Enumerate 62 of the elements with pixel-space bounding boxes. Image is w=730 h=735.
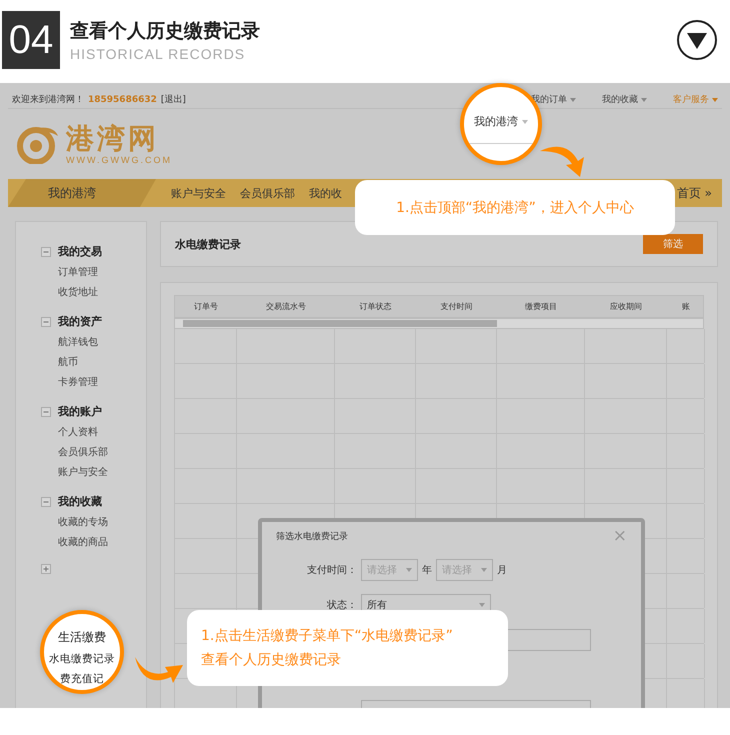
dialog-title: 筛选水电缴费记录: [276, 530, 348, 542]
horizontal-scrollbar[interactable]: [174, 318, 704, 329]
sidebar-group-title: 我的资产: [58, 314, 102, 329]
sidebar-item[interactable]: 收货地址: [41, 285, 146, 299]
nav-tab[interactable]: 我的收: [302, 179, 349, 207]
phone-number: 18595686632: [88, 94, 157, 104]
my-harbor-menu[interactable]: 我的港湾: [474, 114, 528, 129]
caret-icon: [712, 98, 718, 102]
column-header: 应收期间: [609, 301, 643, 312]
column-header: 交易流水号: [265, 301, 307, 312]
nav-tab[interactable]: 会员俱乐部: [233, 179, 302, 207]
caret-icon: [641, 98, 647, 102]
sidebar-item[interactable]: 航币: [41, 355, 146, 369]
caret-icon: [406, 568, 412, 572]
column-header: 订单号: [193, 301, 219, 312]
sidebar-group-title: 我的收藏: [58, 494, 102, 509]
instruction-text: 查看个人历史缴费记录: [201, 651, 342, 669]
top-link[interactable]: 我的收藏: [602, 93, 647, 106]
logout-link[interactable]: [退出]: [160, 93, 186, 106]
sidebar-item[interactable]: 收藏的专场: [41, 515, 146, 529]
sidebar-item[interactable]: 卡券管理: [41, 375, 146, 389]
step-number: 04: [2, 11, 60, 69]
logo-name: 港湾网: [66, 123, 160, 155]
sidebar-item[interactable]: 水电缴费记录: [49, 652, 115, 666]
instruction-text: 1.点击生活缴费子菜单下“水电缴费记录”: [201, 627, 454, 645]
sidebar-item[interactable]: 航洋钱包: [41, 335, 146, 349]
logo-url: WWW.GWWG.COM: [66, 155, 172, 165]
nav-tab[interactable]: 我的港湾: [8, 179, 156, 207]
caret-icon: [522, 120, 528, 124]
field-label: 状态：: [326, 598, 357, 612]
caret-icon: [481, 568, 487, 572]
field-label: 支付时间：: [306, 564, 357, 577]
sidebar-item[interactable]: 订单管理: [41, 265, 146, 279]
caret-icon: [479, 603, 485, 607]
expand-icon[interactable]: [41, 564, 51, 574]
sidebar-group-title: 我的账户: [58, 404, 102, 419]
column-header: 订单状态: [358, 301, 392, 312]
collapse-icon[interactable]: [41, 246, 51, 256]
sidebar-item[interactable]: 费充值记: [60, 672, 104, 686]
welcome-text: 欢迎来到港湾网！: [12, 94, 84, 106]
sidebar-item[interactable]: 个人资料: [41, 425, 146, 439]
step-title: 查看个人历史缴费记录: [70, 19, 261, 44]
sidebar-item[interactable]: 会员俱乐部: [41, 445, 146, 459]
unit-label: 年: [422, 564, 432, 577]
logo-icon: [16, 124, 60, 164]
sidebar-item[interactable]: 收藏的商品: [41, 535, 146, 549]
sidebar-group-title: 生活缴费: [58, 629, 106, 646]
unit-label: 月: [497, 564, 507, 577]
sidebar-item[interactable]: 账户与安全: [41, 465, 146, 479]
column-header: 缴费项目: [524, 301, 558, 312]
column-header: 账: [681, 301, 691, 312]
nav-tab[interactable]: 账户与安全: [164, 179, 233, 207]
caret-icon: [570, 98, 576, 102]
step-subtitle: HISTORICAL RECORDS: [70, 46, 246, 62]
page-title: 水电缴费记录: [175, 236, 241, 252]
sidebar-group-title: 我的交易: [58, 244, 102, 259]
collapse-icon[interactable]: [41, 406, 51, 416]
instruction-text: 1.点击顶部“我的港湾”，进入个人中心: [396, 198, 634, 216]
collapse-icon[interactable]: [41, 316, 51, 326]
column-header: 支付时间: [440, 301, 474, 312]
collapse-icon[interactable]: [41, 496, 51, 506]
home-link[interactable]: 首页 »: [676, 184, 712, 202]
